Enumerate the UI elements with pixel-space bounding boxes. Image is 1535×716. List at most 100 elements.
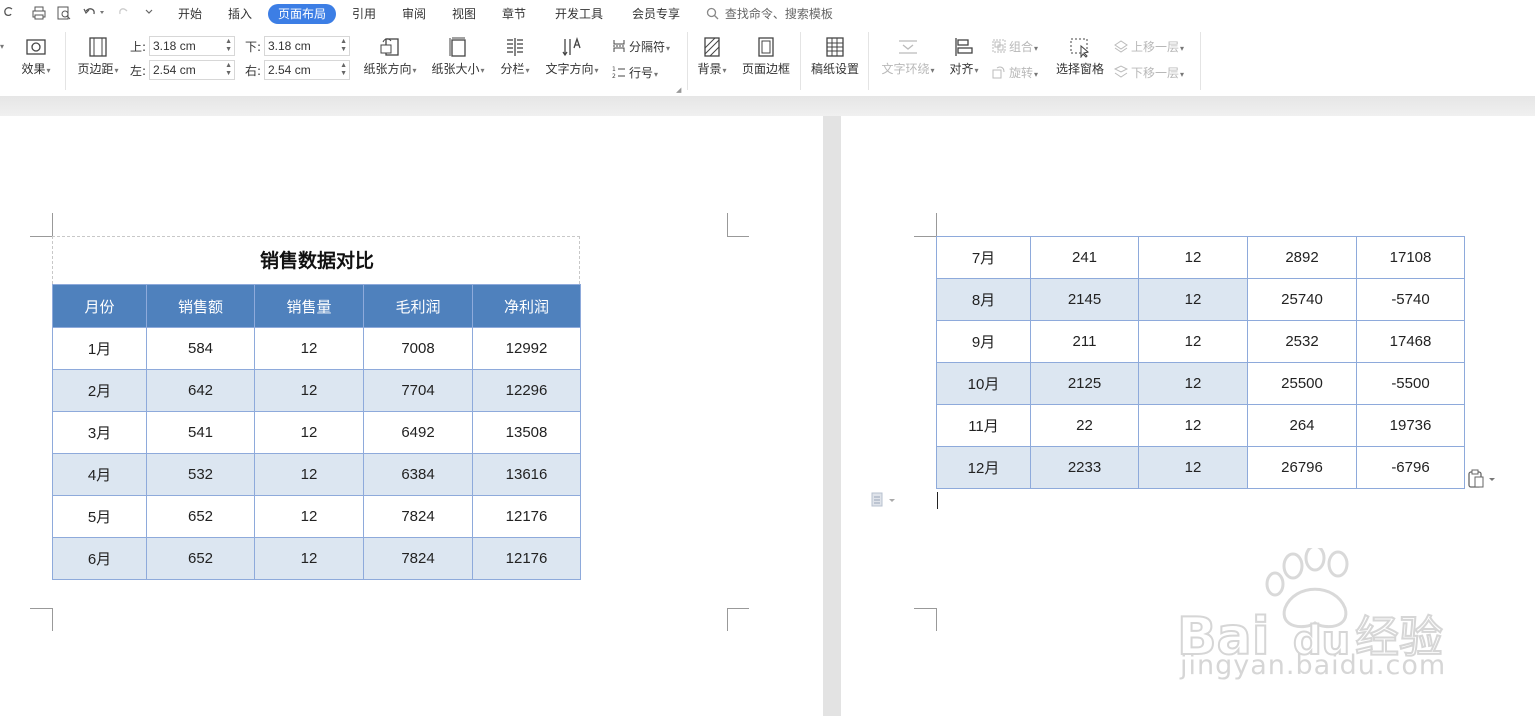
- text-direction-button[interactable]: 文字方向▾: [542, 36, 602, 78]
- table-cell[interactable]: 2532: [1247, 320, 1357, 363]
- tab-chapter[interactable]: 章节: [500, 4, 528, 24]
- table-cell[interactable]: 541: [146, 411, 255, 454]
- background-button[interactable]: 背景▾: [694, 36, 730, 78]
- table-cell[interactable]: 9月: [936, 320, 1031, 363]
- table-cell[interactable]: 7824: [363, 537, 473, 580]
- table-cell[interactable]: 12月: [936, 446, 1031, 489]
- table-cell[interactable]: 3月: [52, 411, 147, 454]
- table-title-cell[interactable]: 销售数据对比: [52, 236, 580, 284]
- table-cell[interactable]: 4月: [52, 453, 147, 496]
- header-sales-volume[interactable]: 销售量: [254, 284, 364, 328]
- print-icon[interactable]: [30, 5, 48, 23]
- paper-size-button[interactable]: 纸张大小▾: [428, 36, 488, 78]
- table-cell[interactable]: 241: [1030, 236, 1139, 279]
- margin-left-field[interactable]: 2.54 cm ▲ ▼: [149, 60, 235, 80]
- table-cell[interactable]: 7704: [363, 369, 473, 412]
- table-cell[interactable]: 25500: [1247, 362, 1357, 405]
- table-cell[interactable]: 7008: [363, 327, 473, 370]
- bring-forward-button[interactable]: 上移一层▾: [1114, 38, 1184, 56]
- table-cell[interactable]: 17108: [1356, 236, 1465, 279]
- table-cell[interactable]: 19736: [1356, 404, 1465, 447]
- tab-member[interactable]: 会员专享: [630, 4, 682, 24]
- rotate-button[interactable]: 旋转▾: [992, 64, 1038, 82]
- table-cell[interactable]: 10月: [936, 362, 1031, 405]
- table-cell[interactable]: 22: [1030, 404, 1139, 447]
- sales-table-page1[interactable]: 月份 销售额 销售量 毛利润 净利润 1月 584 12 7008 12992 …: [52, 284, 581, 580]
- margins-button[interactable]: 页边距▾: [75, 36, 121, 78]
- group-button[interactable]: 组合▾: [992, 38, 1038, 56]
- table-cell[interactable]: 12: [254, 495, 364, 538]
- table-cell[interactable]: 12176: [472, 537, 581, 580]
- table-cell[interactable]: 12: [254, 411, 364, 454]
- table-cell[interactable]: 25740: [1247, 278, 1357, 321]
- send-backward-button[interactable]: 下移一层▾: [1113, 64, 1184, 82]
- manuscript-settings-button[interactable]: 稿纸设置: [808, 36, 862, 76]
- paste-options-icon[interactable]: [1467, 469, 1499, 489]
- table-cell[interactable]: 12: [254, 327, 364, 370]
- table-cell[interactable]: 12: [254, 369, 364, 412]
- table-cell[interactable]: 2145: [1030, 278, 1139, 321]
- spinner-icon[interactable]: ▲ ▼: [225, 62, 232, 78]
- table-cell[interactable]: 12: [1138, 446, 1248, 489]
- align-button[interactable]: 对齐▾: [946, 36, 982, 78]
- document-canvas[interactable]: 销售数据对比 月份 销售额 销售量 毛利润 净利润 1月 584 12 7008…: [0, 116, 1535, 716]
- spinner-icon[interactable]: ▲ ▼: [225, 38, 232, 54]
- table-cell[interactable]: 7824: [363, 495, 473, 538]
- table-cell[interactable]: 12296: [472, 369, 581, 412]
- table-cell[interactable]: 264: [1247, 404, 1357, 447]
- command-search[interactable]: 查找命令、搜索模板: [706, 4, 833, 24]
- effects-button[interactable]: 效果▾: [20, 36, 52, 78]
- table-cell[interactable]: 12: [1138, 236, 1248, 279]
- table-cell[interactable]: -6796: [1356, 446, 1465, 489]
- spinner-icon[interactable]: ▲ ▼: [340, 62, 347, 78]
- table-cell[interactable]: 642: [146, 369, 255, 412]
- undo-icon[interactable]: [80, 5, 108, 23]
- tab-developer[interactable]: 开发工具: [553, 4, 605, 24]
- table-cell[interactable]: -5740: [1356, 278, 1465, 321]
- customize-quick-access-icon[interactable]: [140, 5, 158, 23]
- table-cell[interactable]: 652: [146, 537, 255, 580]
- columns-button[interactable]: 分栏▾: [497, 36, 533, 78]
- breaks-button[interactable]: 分隔符▾: [612, 38, 670, 56]
- text-wrap-button[interactable]: 文字环绕▾: [878, 36, 938, 78]
- paragraph-layout-icon[interactable]: [870, 492, 898, 508]
- margin-top-field[interactable]: 3.18 cm ▲ ▼: [149, 36, 235, 56]
- table-cell[interactable]: 13508: [472, 411, 581, 454]
- table-cell[interactable]: 2125: [1030, 362, 1139, 405]
- selection-pane-button[interactable]: 选择窗格: [1054, 36, 1106, 76]
- tab-home[interactable]: 开始: [176, 4, 204, 24]
- table-cell[interactable]: 584: [146, 327, 255, 370]
- table-cell[interactable]: 6384: [363, 453, 473, 496]
- table-cell[interactable]: -5500: [1356, 362, 1465, 405]
- table-cell[interactable]: 1月: [52, 327, 147, 370]
- table-cell[interactable]: 17468: [1356, 320, 1465, 363]
- table-cell[interactable]: 7月: [936, 236, 1031, 279]
- sales-table-page2[interactable]: 7月 241 12 2892 17108 8月 2145 12 25740 -5…: [936, 236, 1465, 489]
- table-cell[interactable]: 8月: [936, 278, 1031, 321]
- header-gross-profit[interactable]: 毛利润: [363, 284, 473, 328]
- table-cell[interactable]: 12: [1138, 320, 1248, 363]
- tab-review[interactable]: 审阅: [400, 4, 428, 24]
- page-border-button[interactable]: 页面边框: [740, 36, 792, 76]
- table-cell[interactable]: 11月: [936, 404, 1031, 447]
- print-preview-icon[interactable]: [55, 5, 73, 23]
- header-sales-amount[interactable]: 销售额: [146, 284, 255, 328]
- table-cell[interactable]: 2892: [1247, 236, 1357, 279]
- spinner-icon[interactable]: ▲ ▼: [340, 38, 347, 54]
- header-net-profit[interactable]: 净利润: [472, 284, 581, 328]
- tab-page-layout[interactable]: 页面布局: [268, 4, 337, 24]
- redo-arrow-icon[interactable]: [0, 5, 18, 23]
- table-cell[interactable]: 532: [146, 453, 255, 496]
- table-cell[interactable]: 6492: [363, 411, 473, 454]
- header-month[interactable]: 月份: [52, 284, 147, 328]
- dialog-launcher-icon[interactable]: ◢: [676, 86, 681, 94]
- table-cell[interactable]: 2233: [1030, 446, 1139, 489]
- table-cell[interactable]: 12: [254, 453, 364, 496]
- margin-bottom-field[interactable]: 3.18 cm ▲ ▼: [264, 36, 350, 56]
- table-cell[interactable]: 12: [1138, 278, 1248, 321]
- table-cell[interactable]: 2月: [52, 369, 147, 412]
- table-cell[interactable]: 26796: [1247, 446, 1357, 489]
- redo-icon[interactable]: [115, 5, 133, 23]
- tab-insert[interactable]: 插入: [226, 4, 254, 24]
- table-cell[interactable]: 5月: [52, 495, 147, 538]
